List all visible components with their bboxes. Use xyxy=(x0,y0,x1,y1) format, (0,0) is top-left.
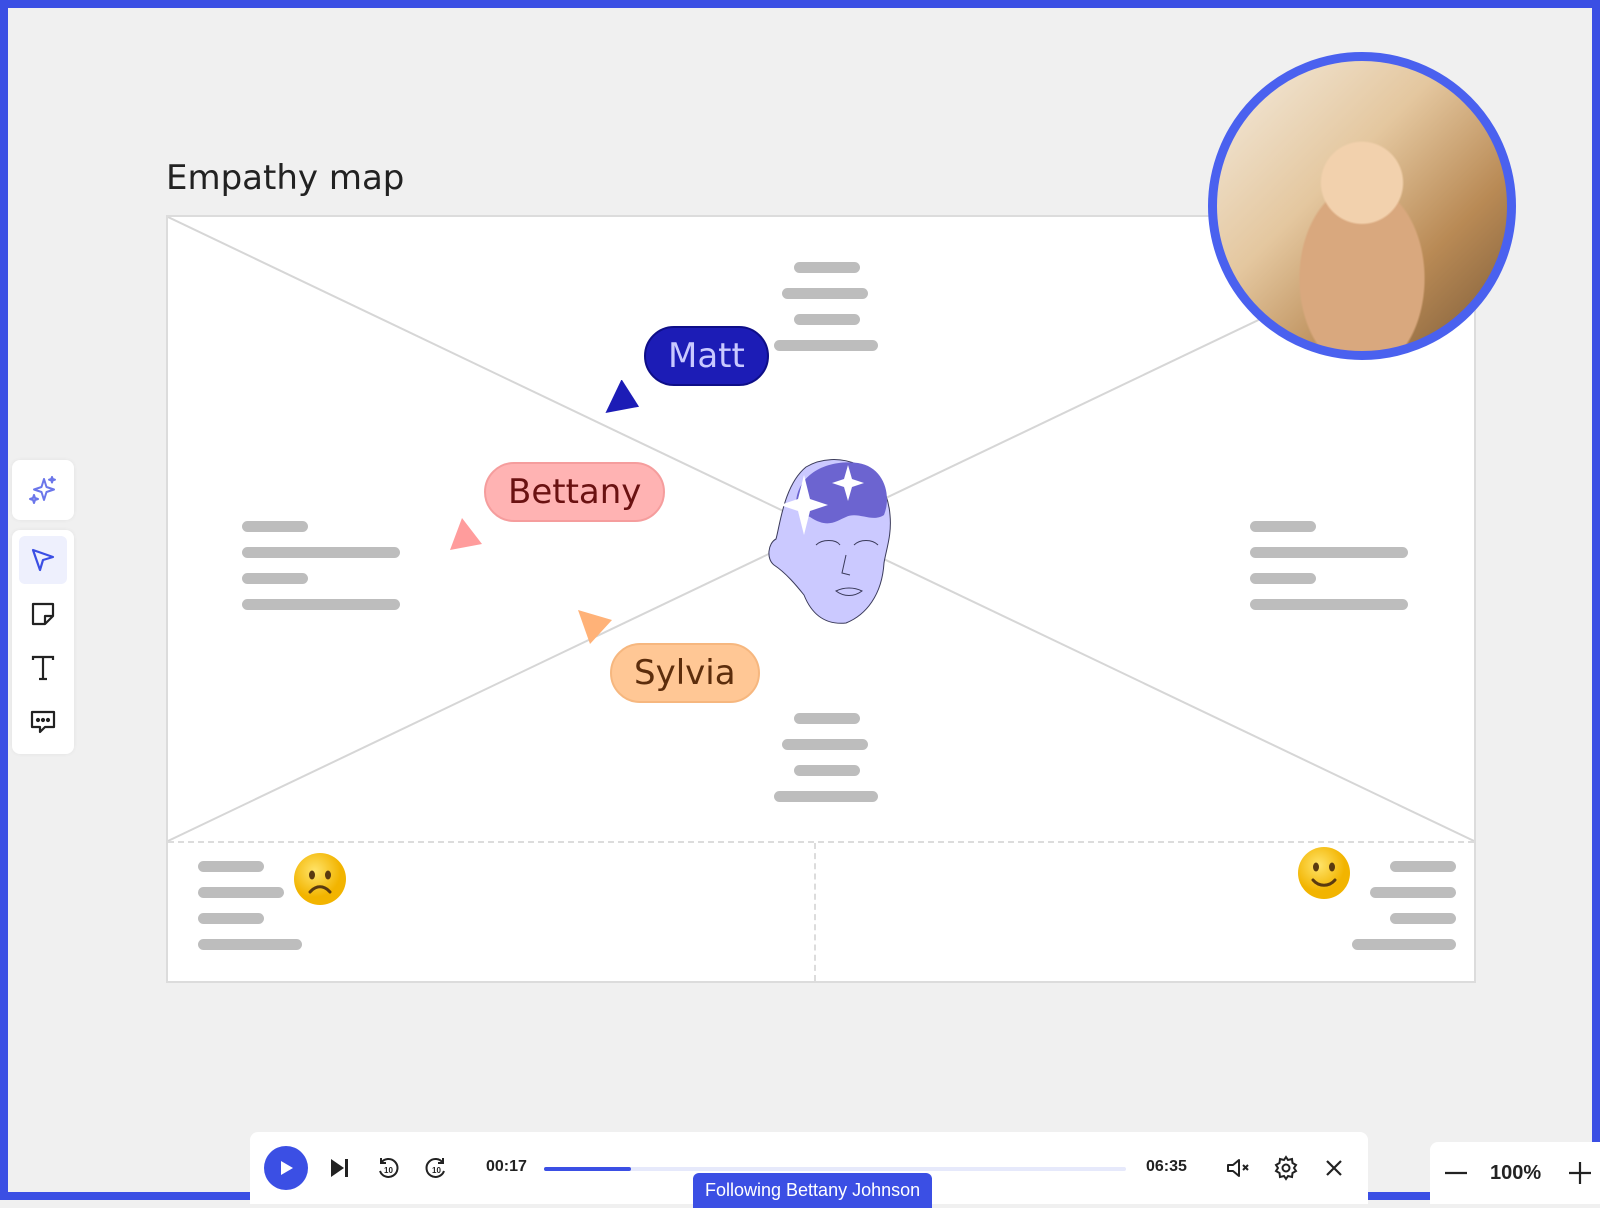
text-icon[interactable] xyxy=(19,644,67,692)
sylvia-cursor-icon xyxy=(578,610,612,644)
progress-fill xyxy=(544,1167,632,1171)
play-button[interactable] xyxy=(264,1146,308,1190)
plus-icon xyxy=(1569,1162,1591,1184)
comment-icon[interactable] xyxy=(19,698,67,746)
collaborator-label-sylvia: Sylvia xyxy=(610,643,760,703)
matt-cursor-icon xyxy=(605,380,640,413)
play-icon xyxy=(281,1161,293,1175)
head-illustration xyxy=(768,459,891,624)
zoom-out-button[interactable] xyxy=(1442,1159,1470,1187)
zoom-level: 100% xyxy=(1490,1162,1542,1184)
sticky-note-icon[interactable] xyxy=(19,590,67,638)
mute-button[interactable] xyxy=(1224,1154,1252,1182)
skip-next-button[interactable] xyxy=(326,1154,354,1182)
total-time: 06:35 xyxy=(1146,1158,1187,1175)
pain-gain-divider xyxy=(814,843,816,981)
ai-toolbar xyxy=(12,460,74,520)
svg-text:10: 10 xyxy=(432,1166,441,1175)
close-icon xyxy=(1326,1160,1342,1176)
progress-track[interactable] xyxy=(544,1167,1126,1171)
close-button[interactable] xyxy=(1320,1154,1348,1182)
tools-toolbar xyxy=(12,530,74,754)
gear-icon xyxy=(1274,1155,1298,1181)
sad-face-icon xyxy=(294,853,346,905)
bottom-divider xyxy=(168,841,1474,843)
skip-next-icon xyxy=(331,1159,348,1177)
rewind-10-button[interactable]: 10 xyxy=(374,1154,402,1182)
minus-icon xyxy=(1445,1171,1467,1175)
svg-text:10: 10 xyxy=(384,1166,393,1175)
sparkle-icon[interactable] xyxy=(19,466,67,514)
rewind-10-icon: 10 xyxy=(379,1158,399,1178)
collaborator-label-bettany: Bettany xyxy=(484,462,666,522)
select-cursor-icon[interactable] xyxy=(19,536,67,584)
zoom-in-button[interactable] xyxy=(1566,1159,1594,1187)
board-title: Empathy map xyxy=(166,158,405,198)
zoom-control: 100% xyxy=(1430,1142,1600,1204)
collaborator-label-matt: Matt xyxy=(644,326,769,386)
forward-10-button[interactable]: 10 xyxy=(422,1154,450,1182)
bettany-cursor-icon xyxy=(450,518,482,550)
smile-face-icon xyxy=(1298,847,1350,899)
settings-button[interactable] xyxy=(1272,1154,1300,1182)
presenter-video-avatar xyxy=(1208,52,1516,360)
following-badge: Following Bettany Johnson xyxy=(693,1173,933,1208)
forward-10-icon: 10 xyxy=(425,1158,445,1178)
current-time: 00:17 xyxy=(486,1158,527,1175)
mute-icon xyxy=(1227,1159,1249,1177)
